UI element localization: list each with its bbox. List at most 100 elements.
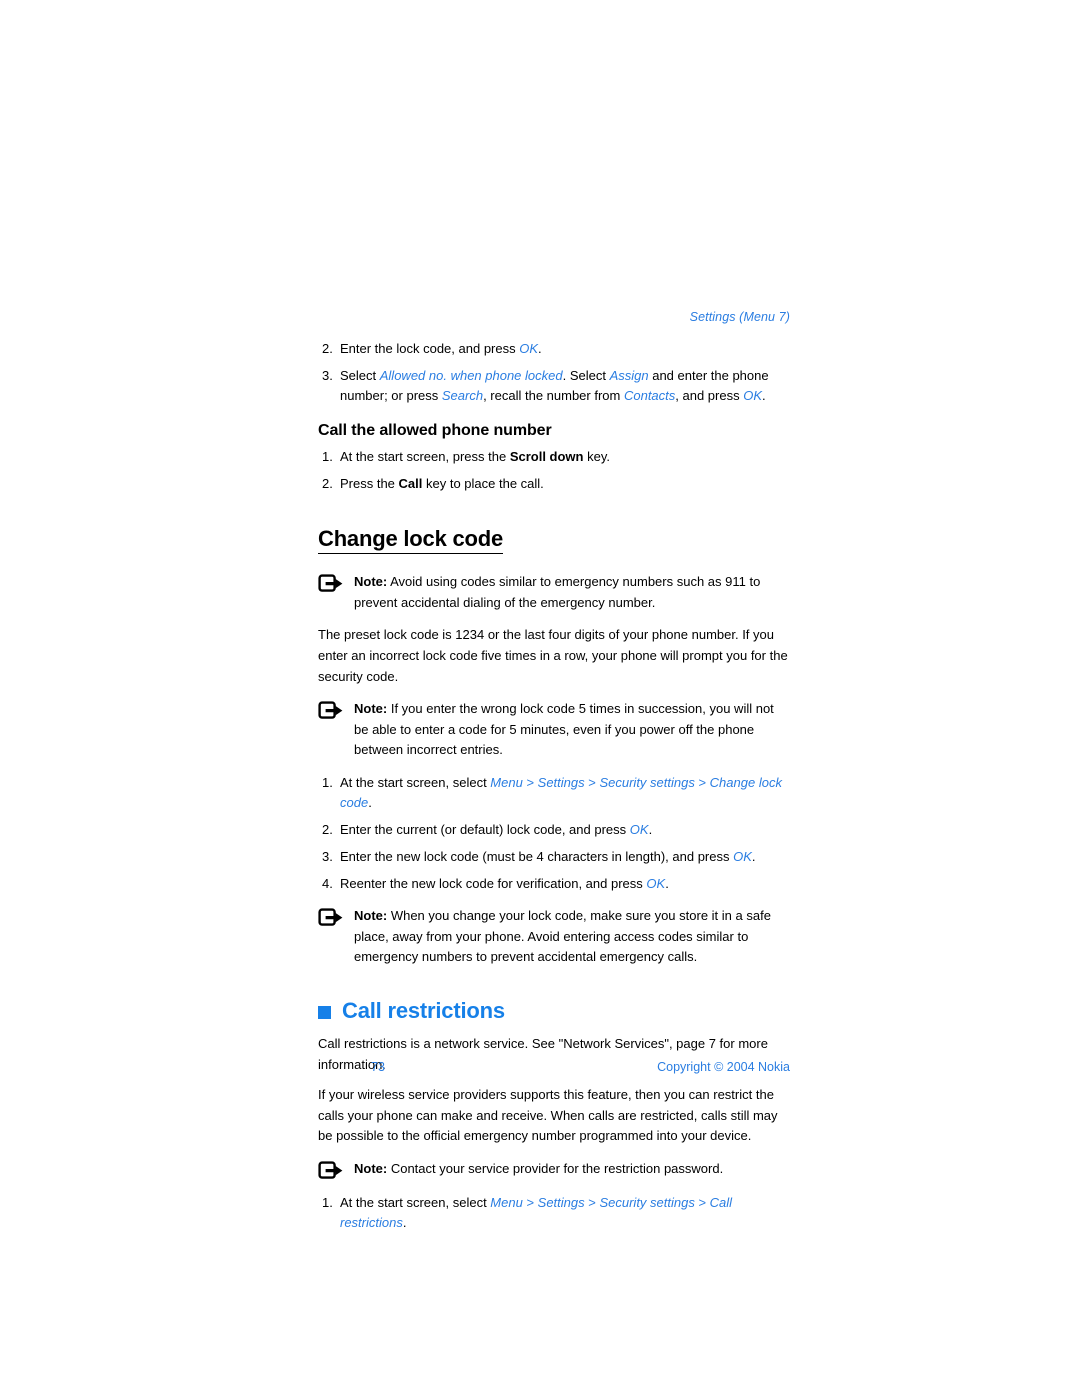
- ui-reference-ok: OK: [743, 388, 763, 404]
- text-fragment: .: [648, 821, 653, 837]
- key-name-call: Call: [398, 475, 423, 491]
- note-arrow-icon: [318, 1159, 354, 1181]
- document-page: Settings (Menu 7) 2. Enter the lock code…: [0, 0, 1080, 1397]
- text-fragment: If you enter the wrong lock code 5 times…: [354, 701, 774, 758]
- step-text: Enter the new lock code (must be 4 chara…: [340, 847, 790, 867]
- menu-path-separator: >: [584, 1194, 600, 1210]
- note-block: Note: When you change your lock code, ma…: [318, 906, 790, 968]
- square-bullet-icon: [318, 1005, 331, 1019]
- subheading-call-allowed-phone-number: Call the allowed phone number: [318, 422, 552, 440]
- step-text: Press the Call key to place the call.: [340, 474, 790, 494]
- list-item: 3. Enter the new lock code (must be 4 ch…: [318, 847, 790, 867]
- step-text: Enter the lock code, and press OK.: [340, 339, 790, 359]
- text-fragment: Enter the new lock code (must be 4 chara…: [340, 849, 734, 865]
- step-number: 3.: [322, 849, 333, 865]
- step-number: 3.: [322, 368, 333, 384]
- heading-call-restrictions: Call restrictions: [318, 998, 790, 1024]
- note-block: Note: If you enter the wrong lock code 5…: [318, 699, 790, 761]
- heading-change-lock-code: Change lock code: [318, 525, 503, 555]
- note-label: Note:: [354, 701, 388, 717]
- text-fragment: , recall the number from: [483, 388, 624, 404]
- text-fragment: Select: [340, 368, 380, 384]
- note-text: Note: Avoid using codes similar to emerg…: [354, 572, 790, 613]
- step-number: 1.: [322, 774, 333, 790]
- ui-reference-search: Search: [441, 388, 484, 404]
- list-item: 4. Reenter the new lock code for verific…: [318, 874, 790, 894]
- list-item: 2. Enter the current (or default) lock c…: [318, 820, 790, 840]
- step-number: 1.: [322, 1194, 333, 1210]
- step-text: Select Allowed no. when phone locked. Se…: [340, 366, 790, 406]
- menu-path-security-settings: Security settings: [599, 1194, 695, 1210]
- step-text: At the start screen, select Menu > Setti…: [340, 773, 790, 813]
- page-footer: 73 Copyright © 2004 Nokia: [318, 1060, 790, 1074]
- ui-reference-allowed-no: Allowed no. when phone locked: [379, 368, 563, 384]
- menu-path-security-settings: Security settings: [599, 774, 695, 790]
- note-block: Note: Avoid using codes similar to emerg…: [318, 572, 790, 613]
- text-fragment: At the start screen, select: [340, 774, 491, 790]
- paragraph-preset-lock-code: The preset lock code is 1234 or the last…: [318, 627, 788, 684]
- text-fragment: Press the: [340, 475, 399, 491]
- menu-path-settings: Settings: [537, 1194, 585, 1210]
- menu-path-settings: Settings: [537, 774, 585, 790]
- text-fragment: Reenter the new lock code for verificati…: [340, 876, 647, 892]
- text-fragment: Enter the lock code, and press: [340, 341, 520, 356]
- key-name-scroll-down: Scroll down: [509, 448, 584, 464]
- note-text: Note: If you enter the wrong lock code 5…: [354, 699, 790, 761]
- change-lock-code-steps: 1. At the start screen, select Menu > Se…: [318, 773, 790, 895]
- copyright-notice: Copyright © 2004 Nokia: [657, 1060, 790, 1074]
- step-number: 1.: [322, 448, 333, 464]
- running-head: Settings (Menu 7): [689, 310, 790, 324]
- text-fragment: Avoid using codes similar to emergency n…: [354, 574, 761, 610]
- text-fragment: .: [538, 341, 542, 356]
- paragraph-restrict-calls: If your wireless service providers suppo…: [318, 1087, 778, 1144]
- call-allowed-steps: 1. At the start screen, press the Scroll…: [318, 447, 790, 494]
- text-fragment: key to place the call.: [422, 475, 544, 491]
- text-fragment: . Select: [562, 368, 610, 384]
- note-label: Note:: [354, 908, 388, 924]
- step-number: 2.: [322, 341, 333, 356]
- note-label: Note:: [354, 1160, 388, 1176]
- list-item: 1. At the start screen, select Menu > Se…: [318, 773, 790, 813]
- step-text: At the start screen, select Menu > Setti…: [340, 1193, 790, 1233]
- ui-reference-ok: OK: [629, 821, 649, 837]
- note-text: Note: Contact your service provider for …: [354, 1159, 790, 1180]
- call-restrictions-steps: 1. At the start screen, select Menu > Se…: [318, 1193, 790, 1233]
- note-arrow-icon: [318, 572, 354, 594]
- text-fragment: Contact your service provider for the re…: [387, 1160, 724, 1176]
- ui-reference-ok: OK: [733, 849, 752, 865]
- list-item: 2. Enter the lock code, and press OK.: [318, 339, 790, 359]
- note-text: Note: When you change your lock code, ma…: [354, 906, 790, 968]
- menu-path-separator: >: [584, 774, 600, 790]
- page-number: 73: [371, 1060, 385, 1074]
- list-item: 1. At the start screen, select Menu > Se…: [318, 1193, 790, 1233]
- text-fragment: .: [402, 1215, 407, 1231]
- step-text: Enter the current (or default) lock code…: [340, 820, 790, 840]
- page-content: Settings (Menu 7) 2. Enter the lock code…: [318, 310, 790, 1240]
- list-item: 3. Select Allowed no. when phone locked.…: [318, 366, 790, 406]
- text-fragment: At the start screen, select: [340, 1194, 491, 1210]
- menu-path-separator: >: [522, 774, 538, 790]
- text-fragment: .: [751, 849, 756, 865]
- step-number: 4.: [322, 876, 333, 892]
- text-fragment: key.: [583, 448, 610, 464]
- text-fragment: , and press: [675, 388, 744, 404]
- text-fragment: When you change your lock code, make sur…: [354, 908, 771, 965]
- menu-path-separator: >: [694, 1194, 710, 1210]
- text-fragment: Enter the current (or default) lock code…: [340, 821, 630, 837]
- step-text: At the start screen, press the Scroll do…: [340, 447, 790, 467]
- list-item: 2. Press the Call key to place the call.: [318, 474, 790, 494]
- ui-reference-contacts: Contacts: [623, 388, 676, 404]
- list-item: 1. At the start screen, press the Scroll…: [318, 447, 790, 467]
- menu-path-separator: >: [522, 1194, 538, 1210]
- step-text: Reenter the new lock code for verificati…: [340, 874, 790, 894]
- text-fragment: .: [665, 876, 669, 892]
- note-label: Note:: [354, 574, 388, 590]
- allowed-number-steps: 2. Enter the lock code, and press OK. 3.…: [318, 339, 790, 406]
- menu-path-menu: Menu: [490, 1194, 523, 1210]
- text-fragment: At the start screen, press the: [340, 448, 510, 464]
- menu-path-separator: >: [694, 774, 710, 790]
- step-number: 2.: [322, 475, 333, 491]
- heading-text: Call restrictions: [342, 997, 505, 1023]
- text-fragment: .: [368, 794, 372, 810]
- ui-reference-assign: Assign: [609, 368, 649, 384]
